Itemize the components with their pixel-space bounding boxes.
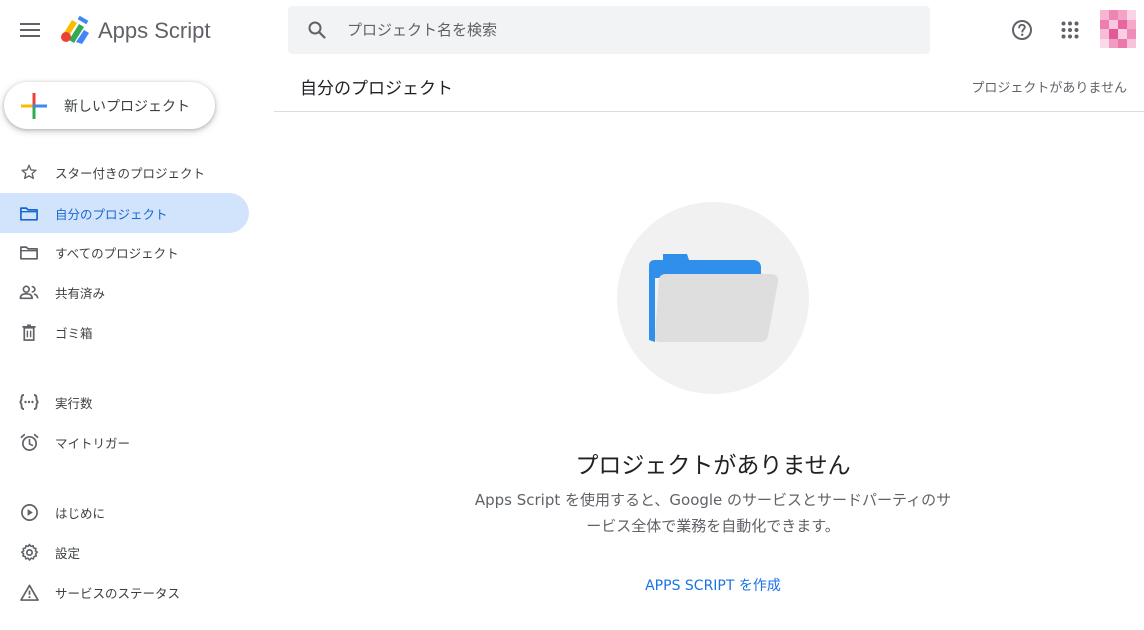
empty-state-title: プロジェクトがありません xyxy=(575,453,851,479)
sidebar-item-label: 自分のプロジェクト xyxy=(55,206,168,222)
sidebar-item-label: スター付きのプロジェクト xyxy=(55,165,206,181)
sidebar-item-label: マイトリガー xyxy=(55,435,131,451)
sidebar-item-executions[interactable]: 実行数 xyxy=(0,382,249,422)
alarm-icon xyxy=(19,432,39,452)
new-project-button[interactable]: 新しいプロジェクト xyxy=(4,82,215,129)
help-button[interactable] xyxy=(1006,14,1038,46)
sidebar-item-label: 設定 xyxy=(55,545,81,561)
empty-state-description: Apps Script を使用すると、Google のサービスとサードパーティの… xyxy=(455,487,971,539)
empty-folder-icon xyxy=(649,254,779,342)
sidebar-item-service-status[interactable]: サービスのステータス xyxy=(0,572,249,612)
plus-icon xyxy=(21,92,47,119)
google-apps-button[interactable] xyxy=(1054,14,1086,46)
warning-icon xyxy=(19,582,39,602)
menu-icon xyxy=(20,23,40,37)
sidebar-item-label: はじめに xyxy=(55,505,106,521)
help-icon xyxy=(1012,20,1032,40)
page-title: 自分のプロジェクト xyxy=(300,79,453,99)
people-icon xyxy=(19,282,39,302)
empty-description-line: Apps Script を使用すると、Google のサービスとサードパーティの… xyxy=(474,491,952,509)
header-divider xyxy=(274,111,1144,112)
apps-script-logo xyxy=(61,15,89,44)
empty-description-line: ービス全体で業務を自動化できます。 xyxy=(586,517,840,535)
trash-icon xyxy=(19,322,39,342)
folder-icon xyxy=(19,203,39,223)
apps-grid-icon xyxy=(1061,21,1079,39)
sidebar-item-shared[interactable]: 共有済み xyxy=(0,272,249,312)
create-apps-script-link[interactable]: APPS SCRIPT を作成 xyxy=(274,575,1144,595)
create-link-label: APPS SCRIPT を作成 xyxy=(645,578,781,594)
new-project-label: 新しいプロジェクト xyxy=(64,98,190,115)
sidebar-item-my-projects[interactable]: 自分のプロジェクト xyxy=(0,193,249,233)
sidebar-item-trash[interactable]: ゴミ箱 xyxy=(0,312,249,352)
star-icon xyxy=(19,162,39,182)
sidebar-item-label: 実行数 xyxy=(55,395,93,411)
sidebar-item-getting-started[interactable]: はじめに xyxy=(0,492,249,532)
sidebar-item-triggers[interactable]: マイトリガー xyxy=(0,422,249,462)
top-app-bar: Apps Script xyxy=(0,0,1144,64)
search-bar[interactable] xyxy=(288,6,930,54)
app-title: Apps Script xyxy=(98,18,211,43)
sidebar-item-label: すべてのプロジェクト xyxy=(55,245,179,261)
sidebar-item-label: 共有済み xyxy=(55,285,106,301)
sidebar-item-settings[interactable]: 設定 xyxy=(0,532,249,572)
gear-icon xyxy=(19,542,39,562)
executions-icon xyxy=(19,392,39,412)
sidebar-item-all-projects[interactable]: すべてのプロジェクト xyxy=(0,232,249,272)
folder-icon xyxy=(19,242,39,262)
sidebar-item-label: ゴミ箱 xyxy=(55,325,93,341)
search-icon[interactable] xyxy=(305,18,329,42)
account-avatar[interactable] xyxy=(1100,10,1136,48)
sidebar-item-label: サービスのステータス xyxy=(55,585,181,601)
play-circle-icon xyxy=(19,502,39,522)
project-count-status: プロジェクトがありません xyxy=(971,81,1127,96)
sidebar-item-starred[interactable]: スター付きのプロジェクト xyxy=(0,152,249,192)
search-input[interactable] xyxy=(347,21,907,39)
menu-button[interactable] xyxy=(14,14,46,46)
